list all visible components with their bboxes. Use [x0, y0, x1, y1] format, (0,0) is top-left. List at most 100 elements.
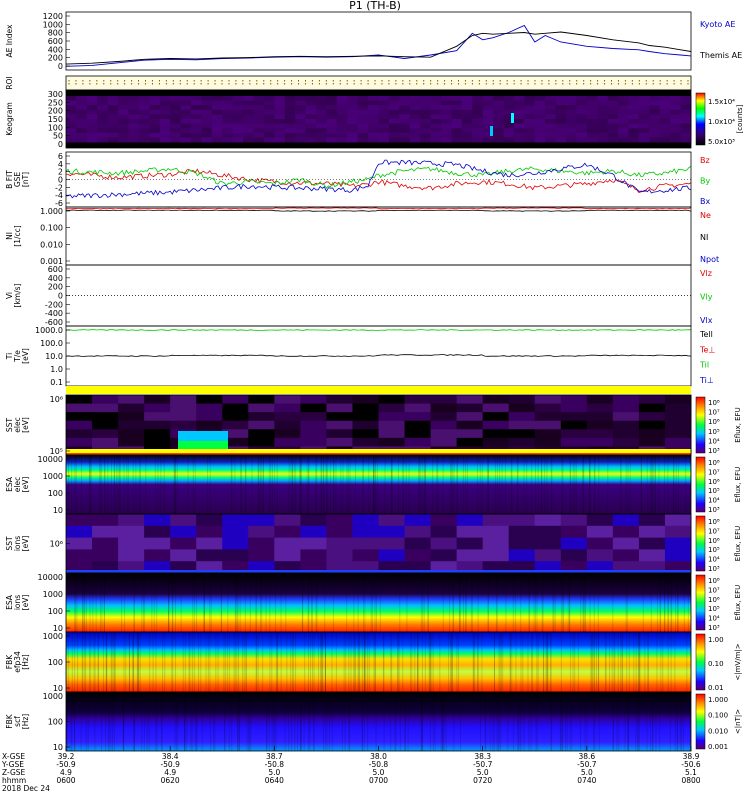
keogram-cell: [388, 123, 400, 129]
fbk_b-colorbar-tick: 1.000: [708, 696, 728, 704]
keogram-cell: [388, 105, 400, 111]
keogram-cell: [430, 132, 442, 138]
keogram-cell: [524, 105, 536, 111]
keogram-cell: [545, 119, 557, 125]
keogram-cell: [180, 114, 192, 120]
keogram-cell: [191, 114, 202, 120]
keogram-cell: [222, 105, 234, 111]
keogram-cell: [86, 119, 98, 125]
sst_e-cell: [378, 437, 406, 447]
ti-legend-entry: Ti⊥: [699, 376, 714, 385]
keogram-cell: [451, 114, 463, 120]
sst_i-cell: [612, 525, 640, 539]
sst_e-cell: [118, 412, 145, 422]
sst_e-colorbar-tick: 10⁶: [708, 418, 720, 426]
keogram-ylabel: Keogram: [5, 102, 14, 136]
keogram-cell: [493, 128, 504, 134]
keogram-cell: [628, 119, 640, 125]
keogram-cell: [618, 137, 629, 143]
keogram-cell: [555, 100, 567, 106]
sst_i-cell: [534, 525, 562, 539]
sst_e-cell: [118, 395, 145, 405]
sst_i-cell: [144, 525, 171, 539]
keogram-cell: [263, 96, 275, 102]
keogram-cell: [649, 109, 661, 115]
keogram-cell: [430, 137, 442, 143]
keogram-cell: [336, 96, 348, 102]
sst_e-cell: [404, 437, 432, 447]
keogram-cell: [441, 132, 452, 138]
sst_i-cell: [118, 525, 145, 539]
keogram-cell: [222, 114, 234, 120]
sst_e-cell: [638, 420, 666, 430]
sst_e-cell: [456, 412, 484, 422]
sst_i-cell: [92, 525, 119, 539]
ti-legend-entry: Te⊥: [699, 345, 715, 354]
sst_i-ytick-label: 10⁶: [50, 540, 63, 549]
keogram-cell: [597, 137, 609, 143]
sst_i-cell: [482, 537, 510, 550]
keogram-cell: [316, 132, 327, 138]
keogram-cell: [263, 114, 275, 120]
keogram-cell: [86, 114, 98, 120]
keogram-cell: [107, 109, 119, 115]
keogram-cell: [576, 114, 588, 120]
keogram-cell: [180, 123, 192, 129]
keogram-cell: [128, 132, 140, 138]
keogram-cell: [472, 137, 484, 143]
keogram-cell: [263, 132, 275, 138]
sst_i-colorbar-tick: 10⁷: [708, 527, 720, 535]
ni-legend-entry: NI: [700, 233, 708, 242]
sst_e-cell: [144, 395, 171, 405]
keogram-cell: [420, 96, 432, 102]
keogram-cell: [180, 109, 192, 115]
sst_i-cell: [118, 514, 145, 527]
keogram-cell: [243, 96, 254, 102]
keogram-cell: [482, 119, 494, 125]
keogram-cell: [86, 100, 98, 106]
ti-ytick-label: 0.1: [50, 378, 63, 387]
keogram-cell: [86, 128, 98, 134]
keogram-cell: [222, 100, 234, 106]
keogram-cell: [420, 114, 432, 120]
sst_e-colorbar-tick: 10³: [708, 447, 720, 455]
keogram-cell: [649, 105, 661, 111]
keogram-cell: [607, 123, 619, 129]
sst_i-cell: [638, 537, 666, 550]
esa_e-band: [66, 455, 691, 514]
keogram-cell: [76, 100, 88, 106]
keogram-cell: [253, 128, 265, 134]
sst_e-cell: [430, 437, 458, 447]
sst_i-cell: [222, 549, 249, 562]
vi-ytick-label: 600: [48, 265, 63, 274]
vi-ylabel: [km/s]: [13, 283, 22, 307]
keogram-cell: [128, 105, 140, 111]
keogram-cell: [638, 137, 650, 143]
sst_e-cell: [274, 429, 301, 439]
keogram-cell: [357, 137, 369, 143]
sst_i-cell: [560, 525, 588, 539]
keogram-cell: [368, 132, 379, 138]
sst_e-cell: [534, 420, 562, 430]
keogram-cell: [618, 119, 629, 125]
keogram-cell: [472, 100, 484, 106]
keogram-cell: [534, 128, 546, 134]
esa_e-colorbar-tick: 10⁵: [708, 487, 720, 495]
keogram-cell: [107, 96, 119, 102]
keogram-cell: [638, 109, 650, 115]
sst_e-cell: [378, 412, 406, 422]
keogram-cell: [170, 128, 182, 134]
keogram-cell: [295, 123, 307, 129]
keogram-cell: [243, 100, 254, 106]
vi-ytick-label: -200: [45, 300, 63, 309]
sst_i-colorbar-tick: 10⁸: [708, 518, 720, 526]
sst_e-cell: [274, 420, 301, 430]
esa_e-colorbar-tick: 10⁴: [708, 497, 720, 505]
fbk_b-ytick-label: 10: [53, 743, 63, 752]
sst_e-cell: [482, 437, 510, 447]
keogram-cell: [274, 96, 286, 102]
keogram-cell: [253, 132, 265, 138]
keogram-cell: [159, 114, 171, 120]
x-row-value: 0700: [369, 776, 388, 785]
keogram-cell: [274, 128, 286, 134]
